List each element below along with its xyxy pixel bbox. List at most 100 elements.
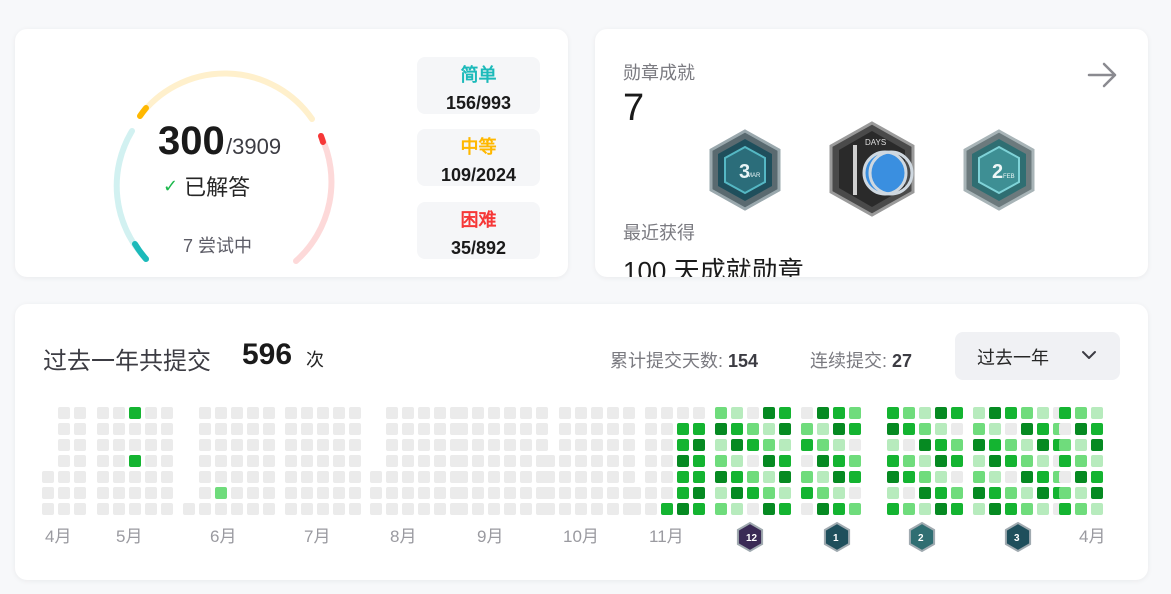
heatmap-cell[interactable] xyxy=(919,471,931,483)
heatmap-cell[interactable] xyxy=(623,439,635,451)
heatmap-cell[interactable] xyxy=(418,423,430,435)
heatmap-cell[interactable] xyxy=(317,503,329,515)
heatmap-cell[interactable] xyxy=(559,503,571,515)
heatmap-cell[interactable] xyxy=(951,423,963,435)
heatmap-cell[interactable] xyxy=(677,439,689,451)
heatmap-cell[interactable] xyxy=(520,455,532,467)
heatmap-cell[interactable] xyxy=(161,487,173,499)
heatmap-cell[interactable] xyxy=(575,487,587,499)
heatmap-cell[interactable] xyxy=(661,407,673,419)
heatmap-cell[interactable] xyxy=(113,503,125,515)
heatmap-cell[interactable] xyxy=(935,455,947,467)
heatmap-cell[interactable] xyxy=(1037,487,1049,499)
heatmap-cell[interactable] xyxy=(833,423,845,435)
heatmap-cell[interactable] xyxy=(488,503,500,515)
heatmap-cell[interactable] xyxy=(1075,455,1087,467)
heatmap-cell[interactable] xyxy=(402,455,414,467)
heatmap-cell[interactable] xyxy=(349,487,361,499)
heatmap-cell[interactable] xyxy=(386,487,398,499)
heatmap-cell[interactable] xyxy=(434,423,446,435)
heatmap-cell[interactable] xyxy=(402,407,414,419)
heatmap-cell[interactable] xyxy=(801,487,813,499)
heatmap-cell[interactable] xyxy=(575,503,587,515)
heatmap-cell[interactable] xyxy=(317,407,329,419)
heatmap-cell[interactable] xyxy=(74,487,86,499)
heatmap-cell[interactable] xyxy=(231,455,243,467)
heatmap-cell[interactable] xyxy=(263,423,275,435)
heatmap-cell[interactable] xyxy=(559,487,571,499)
heatmap-cell[interactable] xyxy=(731,471,743,483)
heatmap-cell[interactable] xyxy=(747,503,759,515)
heatmap-cell[interactable] xyxy=(1005,487,1017,499)
heatmap-cell[interactable] xyxy=(386,407,398,419)
heatmap-cell[interactable] xyxy=(1075,439,1087,451)
heatmap-cell[interactable] xyxy=(817,439,829,451)
heatmap-cell[interactable] xyxy=(215,487,227,499)
heatmap-cell[interactable] xyxy=(1059,439,1071,451)
heatmap-cell[interactable] xyxy=(677,423,689,435)
heatmap-cell[interactable] xyxy=(1037,455,1049,467)
heatmap-cell[interactable] xyxy=(520,439,532,451)
heatmap-cell[interactable] xyxy=(779,471,791,483)
heatmap-cell[interactable] xyxy=(402,471,414,483)
heatmap-cell[interactable] xyxy=(731,407,743,419)
heatmap-cell[interactable] xyxy=(74,423,86,435)
heatmap-cell[interactable] xyxy=(693,439,705,451)
heatmap-cell[interactable] xyxy=(418,487,430,499)
heatmap-cell[interactable] xyxy=(263,439,275,451)
heatmap-cell[interactable] xyxy=(559,471,571,483)
heatmap-cell[interactable] xyxy=(543,455,555,467)
heatmap-cell[interactable] xyxy=(488,455,500,467)
heatmap-cell[interactable] xyxy=(731,439,743,451)
heatmap-cell[interactable] xyxy=(418,503,430,515)
heatmap-cell[interactable] xyxy=(215,503,227,515)
heatmap-cell[interactable] xyxy=(370,503,382,515)
heatmap-cell[interactable] xyxy=(285,487,297,499)
heatmap-cell[interactable] xyxy=(301,487,313,499)
heatmap-cell[interactable] xyxy=(715,503,727,515)
difficulty-medium[interactable]: 中等 109/2024 xyxy=(417,129,540,186)
heatmap-cell[interactable] xyxy=(349,407,361,419)
heatmap-cell[interactable] xyxy=(301,471,313,483)
heatmap-cell[interactable] xyxy=(113,455,125,467)
heatmap-cell[interactable] xyxy=(42,503,54,515)
heatmap-cell[interactable] xyxy=(456,487,468,499)
heatmap-cell[interactable] xyxy=(1021,471,1033,483)
heatmap-cell[interactable] xyxy=(1075,487,1087,499)
heatmap-cell[interactable] xyxy=(145,423,157,435)
february-badge-icon[interactable]: 2 FEB xyxy=(961,129,1037,211)
heatmap-cell[interactable] xyxy=(1005,423,1017,435)
heatmap-cell[interactable] xyxy=(833,439,845,451)
heatmap-cell[interactable] xyxy=(887,423,899,435)
heatmap-cell[interactable] xyxy=(199,423,211,435)
heatmap-cell[interactable] xyxy=(645,407,657,419)
heatmap-cell[interactable] xyxy=(333,439,345,451)
heatmap-cell[interactable] xyxy=(434,503,446,515)
heatmap-cell[interactable] xyxy=(402,503,414,515)
heatmap-cell[interactable] xyxy=(763,407,775,419)
january-badge-icon[interactable]: 1 xyxy=(823,521,851,553)
heatmap-cell[interactable] xyxy=(333,503,345,515)
heatmap-cell[interactable] xyxy=(1059,455,1071,467)
heatmap-cell[interactable] xyxy=(731,487,743,499)
heatmap-cell[interactable] xyxy=(623,455,635,467)
heatmap-cell[interactable] xyxy=(559,407,571,419)
heatmap-cell[interactable] xyxy=(520,423,532,435)
heatmap-cell[interactable] xyxy=(418,407,430,419)
heatmap-cell[interactable] xyxy=(113,423,125,435)
heatmap-cell[interactable] xyxy=(386,439,398,451)
heatmap-cell[interactable] xyxy=(263,455,275,467)
heatmap-cell[interactable] xyxy=(591,455,603,467)
heatmap-cell[interactable] xyxy=(623,471,635,483)
heatmap-cell[interactable] xyxy=(747,439,759,451)
heatmap-cell[interactable] xyxy=(285,423,297,435)
heatmap-cell[interactable] xyxy=(763,439,775,451)
heatmap-cell[interactable] xyxy=(591,487,603,499)
heatmap-cell[interactable] xyxy=(504,471,516,483)
heatmap-cell[interactable] xyxy=(1005,471,1017,483)
heatmap-cell[interactable] xyxy=(199,407,211,419)
heatmap-cell[interactable] xyxy=(231,487,243,499)
heatmap-cell[interactable] xyxy=(349,439,361,451)
heatmap-cell[interactable] xyxy=(434,455,446,467)
heatmap-cell[interactable] xyxy=(504,487,516,499)
